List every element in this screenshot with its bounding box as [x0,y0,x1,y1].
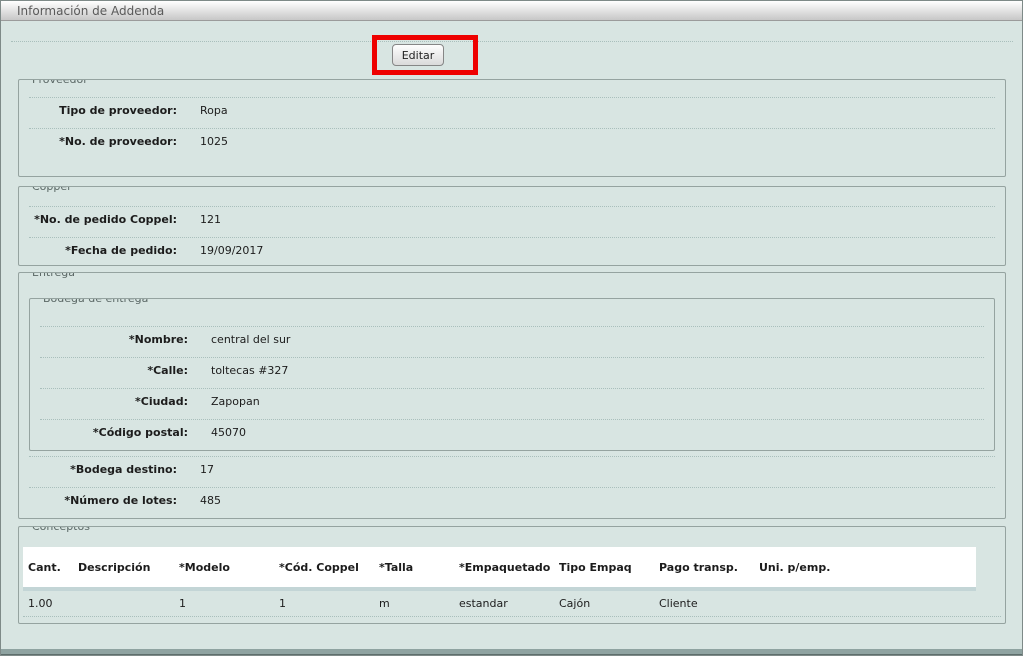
field-value: central del sur [211,333,290,346]
field-row-no-pedido: *No. de pedido Coppel: 121 [29,206,995,237]
field-value: toltecas #327 [211,364,288,377]
column-header-tipo-empaq[interactable]: Tipo Empaq [559,561,659,574]
column-header-empaquetado[interactable]: *Empaquetado [459,561,559,574]
field-label: *No. de pedido Coppel: [29,213,177,226]
cell-talla: m [379,597,459,610]
field-value: Zapopan [211,395,260,408]
conceptos-table-header: Cant. Descripción *Modelo *Cód. Coppel *… [23,547,976,587]
field-label: *Nombre: [40,333,188,346]
cell-modelo: 1 [179,597,279,610]
cell-empaquetado: estandar [459,597,559,610]
field-value: 121 [200,213,221,226]
field-value: 17 [200,463,214,476]
field-label: *Ciudad: [40,395,188,408]
cell-tipo-empaq: Cajón [559,597,659,610]
cell-cod-coppel: 1 [279,597,379,610]
field-row-tipo-proveedor: Tipo de proveedor: Ropa [29,97,995,128]
cell-cant: 1.00 [28,597,78,610]
field-label: *Bodega destino: [29,463,177,476]
field-label: *Número de lotes: [29,494,177,507]
field-label: *Código postal: [40,426,188,439]
column-header-uni-pemp[interactable]: Uni. p/emp. [759,561,976,574]
cell-pago-transp: Cliente [659,597,759,610]
table-row[interactable]: 1.00 1 1 m estandar Cajón Cliente [23,591,976,616]
field-label: *No. de proveedor: [29,135,177,148]
bodega-entrega-legend: Bodega de entrega [38,298,153,306]
window-bottom-edge [1,649,1022,655]
column-header-talla[interactable]: *Talla [379,561,459,574]
conceptos-legend: Conceptos [27,526,95,534]
field-value: 45070 [211,426,246,439]
field-value: 1025 [200,135,228,148]
field-label: Tipo de proveedor: [29,104,177,117]
coppel-section: Coppel *No. de pedido Coppel: 121 *Fecha… [18,186,1006,266]
field-value: 485 [200,494,221,507]
field-value: Ropa [200,104,228,117]
column-header-pago-transp[interactable]: Pago transp. [659,561,759,574]
table-row-separator [23,616,1001,617]
field-row-fecha-pedido: *Fecha de pedido: 19/09/2017 [29,237,995,266]
column-header-modelo[interactable]: *Modelo [179,561,279,574]
window-titlebar[interactable]: Información de Addenda [1,1,1022,21]
field-row-no-proveedor: *No. de proveedor: 1025 [29,128,995,159]
field-value: 19/09/2017 [200,244,263,257]
field-row-bodega-destino: *Bodega destino: 17 [29,456,995,487]
field-row-nombre: *Nombre: central del sur [40,326,984,357]
field-label: *Fecha de pedido: [29,244,177,257]
window-title: Información de Addenda [17,4,164,18]
addenda-window: Información de Addenda Editar Proveedor … [0,0,1023,656]
field-row-calle: *Calle: toltecas #327 [40,357,984,388]
field-row-ciudad: *Ciudad: Zapopan [40,388,984,419]
conceptos-section: Conceptos Cant. Descripción *Modelo *Cód… [18,526,1006,624]
proveedor-legend: Proveedor [27,79,93,87]
conceptos-table: Cant. Descripción *Modelo *Cód. Coppel *… [23,547,1001,617]
field-row-codigo-postal: *Código postal: 45070 [40,419,984,450]
column-header-cod-coppel[interactable]: *Cód. Coppel [279,561,379,574]
column-header-descripcion[interactable]: Descripción [78,561,179,574]
column-header-cant[interactable]: Cant. [28,561,78,574]
entrega-legend: Entrega [27,272,80,280]
row-separator-line [11,41,1013,42]
editar-button[interactable]: Editar [392,44,444,66]
coppel-legend: Coppel [27,186,75,194]
entrega-section: Entrega Bodega de entrega *Nombre: centr… [18,272,1006,519]
bodega-entrega-section: Bodega de entrega *Nombre: central del s… [29,298,995,451]
field-label: *Calle: [40,364,188,377]
proveedor-section: Proveedor Tipo de proveedor: Ropa *No. d… [18,79,1006,177]
field-row-numero-lotes: *Número de lotes: 485 [29,487,995,518]
